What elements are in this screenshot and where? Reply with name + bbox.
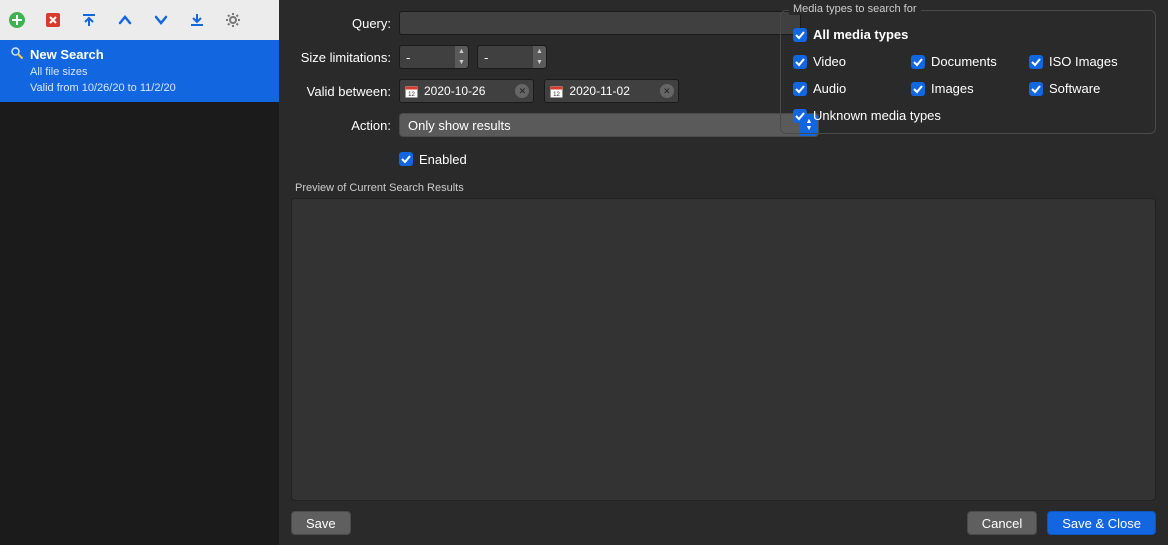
check-icon — [1029, 82, 1043, 96]
media-video-checkbox[interactable]: Video — [793, 54, 907, 69]
move-up-icon[interactable] — [114, 9, 136, 31]
delete-icon[interactable] — [42, 9, 64, 31]
preview-label: Preview of Current Search Results — [295, 182, 464, 194]
media-group-title: Media types to search for — [789, 3, 921, 15]
media-documents-checkbox[interactable]: Documents — [911, 54, 1025, 69]
search-list: New Search All file sizes Valid from 10/… — [0, 40, 279, 545]
query-input[interactable] — [399, 11, 801, 35]
action-label: Action: — [291, 118, 399, 133]
check-icon — [1029, 55, 1043, 69]
list-item-sub1: All file sizes — [30, 65, 269, 79]
action-select-value: Only show results — [408, 118, 511, 133]
media-iso-checkbox[interactable]: ISO Images — [1029, 54, 1143, 69]
check-icon — [793, 82, 807, 96]
media-software-checkbox[interactable]: Software — [1029, 81, 1143, 96]
media-audio-checkbox[interactable]: Audio — [793, 81, 907, 96]
media-images-label: Images — [931, 81, 974, 96]
calendar-icon: 12 — [404, 84, 418, 98]
search-icon — [10, 46, 24, 63]
valid-label: Valid between: — [291, 84, 399, 99]
enabled-label: Enabled — [419, 152, 467, 167]
move-top-icon[interactable] — [78, 9, 100, 31]
date-from-field[interactable]: 12 2020-10-26 ✕ — [399, 79, 534, 103]
list-item[interactable]: New Search All file sizes Valid from 10/… — [0, 40, 279, 102]
list-item-title: New Search — [30, 47, 104, 62]
calendar-icon: 12 — [549, 84, 563, 98]
sidebar-toolbar — [0, 0, 279, 40]
media-audio-label: Audio — [813, 81, 846, 96]
media-video-label: Video — [813, 54, 846, 69]
check-icon — [911, 55, 925, 69]
preview-area — [291, 198, 1156, 501]
media-all-label: All media types — [813, 27, 908, 42]
add-icon[interactable] — [6, 9, 28, 31]
list-item-sub2: Valid from 10/26/20 to 11/2/20 — [30, 81, 269, 95]
date-to-field[interactable]: 12 2020-11-02 ✕ — [544, 79, 679, 103]
media-all-checkbox[interactable]: All media types — [793, 27, 1143, 42]
move-down-icon[interactable] — [150, 9, 172, 31]
media-unknown-label: Unknown media types — [813, 108, 941, 123]
media-types-group: Media types to search for All media type… — [780, 10, 1156, 134]
media-unknown-checkbox[interactable]: Unknown media types — [793, 108, 1143, 123]
size-max-stepper[interactable]: ▲▼ — [533, 46, 546, 68]
date-from-text: 2020-10-26 — [424, 84, 485, 98]
check-icon — [911, 82, 925, 96]
media-images-checkbox[interactable]: Images — [911, 81, 1025, 96]
size-label: Size limitations: — [291, 50, 399, 65]
check-icon — [399, 152, 413, 166]
size-min-stepper[interactable]: ▲▼ — [455, 46, 468, 68]
svg-text:12: 12 — [553, 92, 560, 98]
clear-date-to-icon[interactable]: ✕ — [660, 84, 674, 98]
clear-date-from-icon[interactable]: ✕ — [515, 84, 529, 98]
sidebar: New Search All file sizes Valid from 10/… — [0, 0, 279, 545]
save-button[interactable]: Save — [291, 511, 351, 535]
date-to-text: 2020-11-02 — [569, 84, 630, 98]
action-select[interactable]: Only show results ▲▼ — [399, 113, 819, 137]
svg-text:12: 12 — [408, 92, 415, 98]
gear-icon[interactable] — [222, 9, 244, 31]
main-panel: Query: Size limitations: ▲▼ ▲▼ Valid bet… — [279, 0, 1168, 545]
move-bottom-icon[interactable] — [186, 9, 208, 31]
save-close-button[interactable]: Save & Close — [1047, 511, 1156, 535]
cancel-button[interactable]: Cancel — [967, 511, 1037, 535]
enabled-checkbox[interactable]: Enabled — [399, 152, 467, 167]
check-icon — [793, 109, 807, 123]
media-software-label: Software — [1049, 81, 1100, 96]
footer: Save Cancel Save & Close — [291, 511, 1156, 535]
check-icon — [793, 55, 807, 69]
media-documents-label: Documents — [931, 54, 997, 69]
query-label: Query: — [291, 16, 399, 31]
media-iso-label: ISO Images — [1049, 54, 1118, 69]
check-icon — [793, 28, 807, 42]
